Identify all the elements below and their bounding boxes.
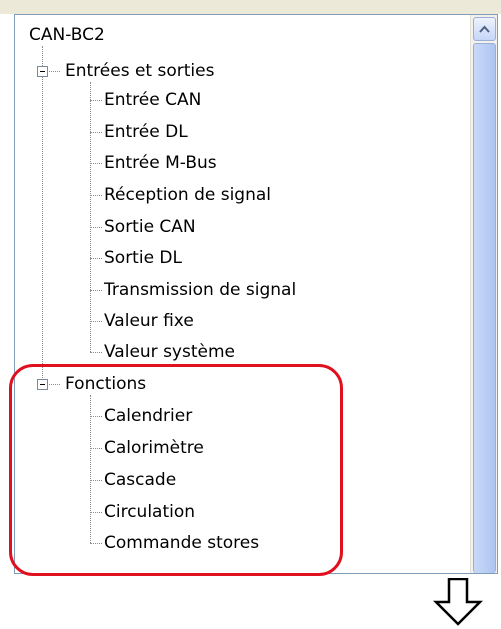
tree-item[interactable]: Entrée DL xyxy=(104,121,188,143)
tree-connector xyxy=(90,290,102,291)
tree-connector xyxy=(42,46,43,384)
tree-item[interactable]: Entrée CAN xyxy=(104,89,201,111)
tree-connector xyxy=(90,163,102,164)
tree-item[interactable]: Entrée M-Bus xyxy=(104,152,217,174)
scrollbar-thumb[interactable] xyxy=(473,43,496,573)
scroll-up-button[interactable] xyxy=(473,17,496,41)
tree-item[interactable]: Sortie CAN xyxy=(104,216,196,238)
tree-item[interactable]: Transmission de signal xyxy=(104,279,296,301)
tree-item[interactable]: Valeur fixe xyxy=(104,310,194,332)
window-top-strip xyxy=(0,0,501,14)
tree-connector xyxy=(90,195,102,196)
tree-connector xyxy=(90,227,102,228)
tree-item[interactable]: Sortie DL xyxy=(104,247,182,269)
collapse-toggle-icon[interactable] xyxy=(37,66,48,77)
tree-connector xyxy=(90,352,102,353)
tree-connector xyxy=(90,321,102,322)
tree-item[interactable]: Réception de signal xyxy=(104,184,271,206)
tree-connector xyxy=(90,258,102,259)
chevron-up-icon xyxy=(479,25,490,33)
tree-connector xyxy=(90,82,91,352)
tree-root-label[interactable]: CAN-BC2 xyxy=(29,24,105,46)
tree-connector xyxy=(90,100,102,101)
highlight-annotation-box xyxy=(9,364,343,576)
tree-item[interactable]: Valeur système xyxy=(104,341,235,363)
vertical-scrollbar[interactable] xyxy=(470,15,497,573)
tree-connector xyxy=(90,132,102,133)
tree-connector xyxy=(46,71,60,72)
tree-group-entrees-sorties[interactable]: Entrées et sorties xyxy=(65,60,214,82)
down-arrow-icon xyxy=(433,578,483,626)
